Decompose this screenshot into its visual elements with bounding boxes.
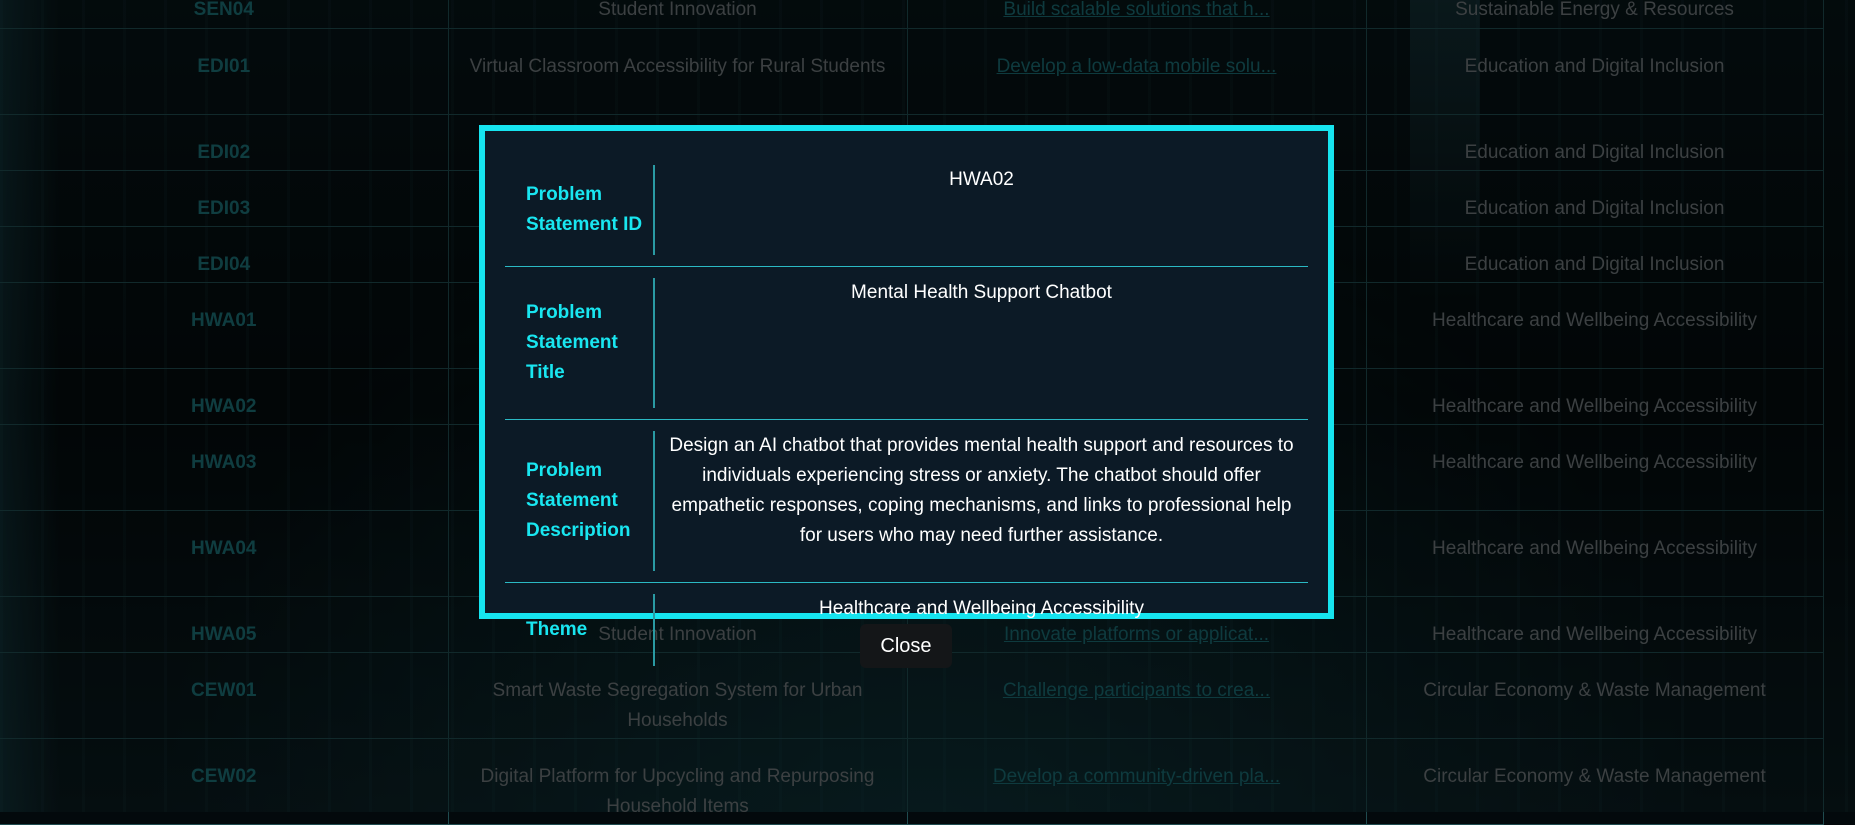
theme-value: Healthcare and Wellbeing Accessibility bbox=[819, 598, 1144, 619]
modal-row-description: Problem Statement Description Design an … bbox=[505, 420, 1308, 583]
theme-label: Theme bbox=[526, 619, 588, 640]
close-button[interactable]: Close bbox=[860, 624, 952, 668]
problem-description-value: Design an AI chatbot that provides menta… bbox=[669, 435, 1294, 546]
problem-detail-modal: Problem Statement ID HWA02 Problem State… bbox=[479, 125, 1334, 666]
modal-row-id: Problem Statement ID HWA02 bbox=[505, 154, 1308, 267]
problem-title-label: Problem Statement Title bbox=[526, 302, 618, 383]
modal-row-title: Problem Statement Title Mental Health Su… bbox=[505, 267, 1308, 420]
problem-id-value: HWA02 bbox=[949, 169, 1014, 190]
problem-id-label: Problem Statement ID bbox=[526, 184, 643, 235]
problem-description-label: Problem Statement Description bbox=[526, 460, 631, 541]
problem-title-value: Mental Health Support Chatbot bbox=[851, 282, 1112, 303]
